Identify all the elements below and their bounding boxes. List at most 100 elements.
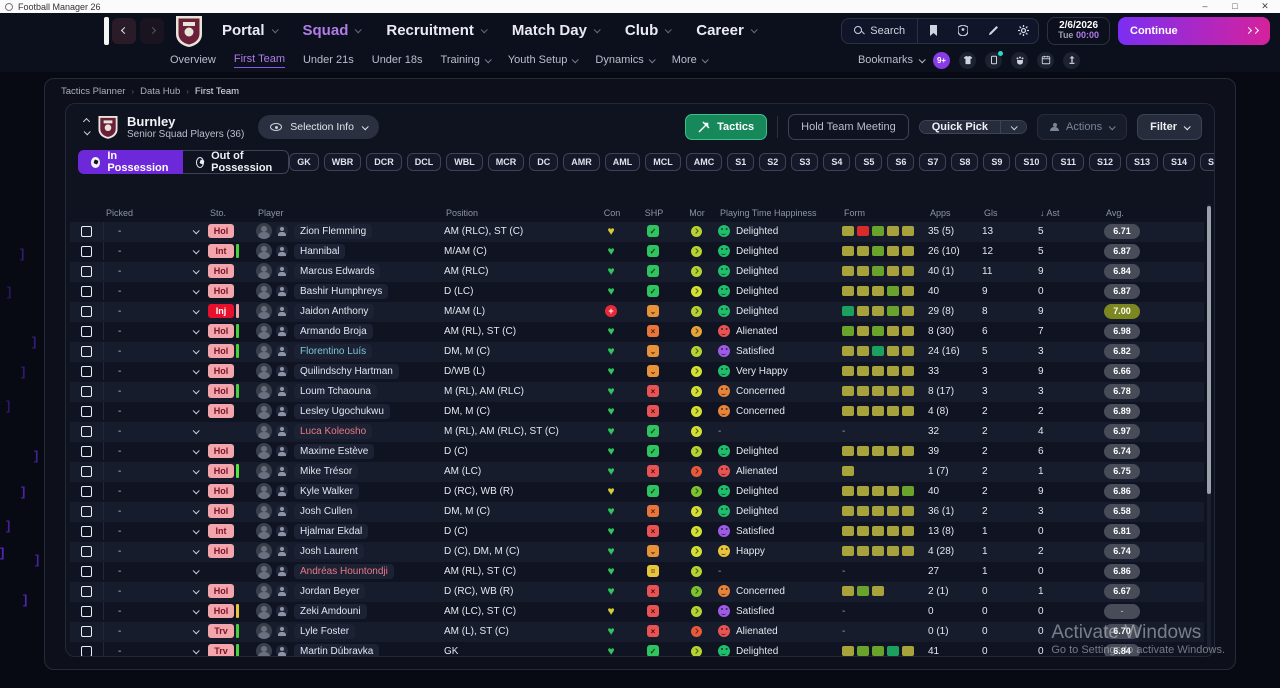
shirt-icon[interactable] xyxy=(959,51,976,69)
row-checkbox[interactable] xyxy=(81,585,92,597)
position-pill-s10[interactable]: S10 xyxy=(1015,153,1048,171)
column-header-shp[interactable]: SHP xyxy=(632,208,674,218)
row-checkbox[interactable] xyxy=(81,445,92,457)
chevron-up-icon[interactable] xyxy=(82,117,91,126)
player-photo[interactable] xyxy=(256,383,272,399)
column-header-player[interactable]: Player xyxy=(256,208,444,218)
picked-dropdown[interactable]: - xyxy=(104,242,208,260)
position-pill-s9[interactable]: S9 xyxy=(983,153,1011,171)
calendar-icon[interactable] xyxy=(1037,51,1054,69)
position-pill-s15[interactable]: S15 xyxy=(1200,153,1214,171)
player-name[interactable]: Luca Koleosho xyxy=(294,423,373,439)
picked-dropdown[interactable]: - xyxy=(104,542,208,560)
continue-button[interactable]: Continue xyxy=(1118,16,1270,45)
picked-dropdown[interactable]: - xyxy=(104,262,208,280)
player-face-icon[interactable] xyxy=(276,505,288,517)
player-face-icon[interactable] xyxy=(276,645,288,656)
picked-dropdown[interactable]: - xyxy=(104,362,208,380)
player-photo[interactable] xyxy=(256,423,272,439)
row-checkbox[interactable] xyxy=(81,545,92,557)
tab-out-of-possession[interactable]: Out of Possession xyxy=(183,150,290,174)
picked-dropdown[interactable]: - xyxy=(104,502,208,520)
player-photo[interactable] xyxy=(256,503,272,519)
player-name[interactable]: Maxime Estève xyxy=(294,443,375,459)
quick-pick-button[interactable]: Quick Pick xyxy=(919,121,1001,133)
player-face-icon[interactable] xyxy=(276,245,288,257)
picked-dropdown[interactable]: - xyxy=(104,602,208,620)
actions-button[interactable]: Actions xyxy=(1037,114,1128,140)
player-name[interactable]: Martin Dúbravka xyxy=(294,643,380,656)
column-header-ast[interactable]: ↓ Ast xyxy=(1038,208,1104,218)
row-checkbox[interactable] xyxy=(81,245,92,257)
player-photo[interactable] xyxy=(256,583,272,599)
row-checkbox[interactable] xyxy=(81,265,92,277)
subnav-item-more[interactable]: More xyxy=(672,54,709,66)
player-name[interactable]: Marcus Edwards xyxy=(294,263,381,279)
hold-team-meeting-button[interactable]: Hold Team Meeting xyxy=(788,114,909,140)
player-name[interactable]: Quilindschy Hartman xyxy=(294,363,399,379)
player-name[interactable]: Hjalmar Ekdal xyxy=(294,523,369,539)
player-face-icon[interactable] xyxy=(276,325,288,337)
row-checkbox[interactable] xyxy=(81,285,92,297)
player-face-icon[interactable] xyxy=(276,265,288,277)
position-pill-s13[interactable]: S13 xyxy=(1125,153,1158,171)
player-photo[interactable] xyxy=(256,303,272,319)
subnav-item-first-team[interactable]: First Team xyxy=(233,53,285,68)
player-name[interactable]: Armando Broja xyxy=(294,323,373,339)
player-face-icon[interactable] xyxy=(276,285,288,297)
position-pill-s3[interactable]: S3 xyxy=(791,153,819,171)
picked-dropdown[interactable]: - xyxy=(104,622,208,640)
row-checkbox[interactable] xyxy=(81,465,92,477)
row-checkbox[interactable] xyxy=(81,385,92,397)
player-photo[interactable] xyxy=(256,343,272,359)
nav-item-club[interactable]: Club xyxy=(625,22,672,39)
player-face-icon[interactable] xyxy=(276,585,288,597)
player-face-icon[interactable] xyxy=(276,425,288,437)
position-pill-mcr[interactable]: MCR xyxy=(487,153,525,171)
player-name[interactable]: Lesley Ugochukwu xyxy=(294,403,390,419)
breadcrumb-item-data-hub[interactable]: Data Hub xyxy=(140,86,180,97)
column-header-sto-[interactable]: Sto. xyxy=(208,208,256,218)
row-checkbox[interactable] xyxy=(81,325,92,337)
player-photo[interactable] xyxy=(256,603,272,619)
player-name[interactable]: Mike Trésor xyxy=(294,463,359,479)
player-name[interactable]: Josh Laurent xyxy=(294,543,364,559)
player-name[interactable]: Jaidon Anthony xyxy=(294,303,375,319)
player-face-icon[interactable] xyxy=(276,525,288,537)
picked-dropdown[interactable]: - xyxy=(104,222,208,240)
player-photo[interactable] xyxy=(256,523,272,539)
player-name[interactable]: Lyle Foster xyxy=(294,623,356,639)
player-photo[interactable] xyxy=(256,483,272,499)
player-name[interactable]: Josh Cullen xyxy=(294,503,359,519)
scrollbar-thumb[interactable] xyxy=(1207,206,1211,494)
column-header-apps[interactable]: Apps xyxy=(928,208,982,218)
close-button[interactable]: ✕ xyxy=(1250,0,1280,13)
position-pill-s11[interactable]: S11 xyxy=(1052,153,1084,171)
back-button[interactable] xyxy=(112,17,136,44)
player-photo[interactable] xyxy=(256,463,272,479)
nav-item-squad[interactable]: Squad xyxy=(303,22,363,39)
column-header-avg-[interactable]: Avg. xyxy=(1104,208,1204,218)
subnav-item-under-21s[interactable]: Under 21s xyxy=(303,54,354,66)
row-checkbox[interactable] xyxy=(81,485,92,497)
player-name[interactable]: Jordan Beyer xyxy=(294,583,366,599)
player-photo[interactable] xyxy=(256,263,272,279)
row-checkbox[interactable] xyxy=(81,525,92,537)
picked-dropdown[interactable]: - xyxy=(104,322,208,340)
player-photo[interactable] xyxy=(256,363,272,379)
edit-icon[interactable] xyxy=(978,19,1008,43)
player-photo[interactable] xyxy=(256,283,272,299)
lectern-icon[interactable] xyxy=(1063,51,1080,69)
player-name[interactable]: Florentino Luís xyxy=(294,343,373,359)
column-header-gls[interactable]: Gls xyxy=(982,208,1038,218)
row-checkbox[interactable] xyxy=(81,425,92,437)
row-checkbox[interactable] xyxy=(81,225,92,237)
picked-dropdown[interactable]: - xyxy=(104,422,208,440)
position-pill-s2[interactable]: S2 xyxy=(759,153,787,171)
player-face-icon[interactable] xyxy=(276,485,288,497)
chevron-down-icon[interactable] xyxy=(83,128,91,136)
gesture-icon[interactable] xyxy=(1011,51,1028,69)
subnav-item-overview[interactable]: Overview xyxy=(170,54,216,66)
club-crest[interactable] xyxy=(174,14,204,48)
player-photo[interactable] xyxy=(256,563,272,579)
